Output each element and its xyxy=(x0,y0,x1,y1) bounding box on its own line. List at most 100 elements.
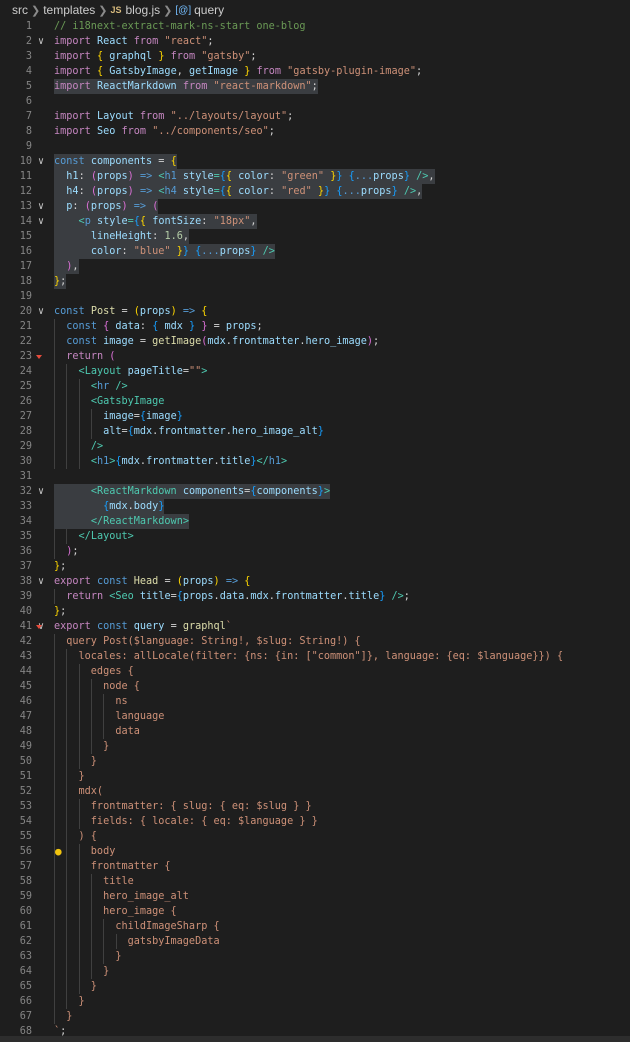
code-line[interactable]: 29 /> xyxy=(0,439,630,454)
code-line[interactable]: 51 } xyxy=(0,769,630,784)
line-number: 50 xyxy=(19,756,32,767)
code-line[interactable]: 60 hero_image { xyxy=(0,904,630,919)
code-line[interactable]: 24 <Layout pageTitle=""> xyxy=(0,364,630,379)
line-number: 45 xyxy=(19,681,32,692)
code-line[interactable]: 52 mdx( xyxy=(0,784,630,799)
code-line[interactable]: 34 </ReactMarkdown> xyxy=(0,514,630,529)
code-line[interactable]: 61 childImageSharp { xyxy=(0,919,630,934)
code-line[interactable]: 56 body ● xyxy=(0,844,630,859)
breadcrumb-item-src[interactable]: src xyxy=(12,3,28,17)
code-line[interactable]: 30 <h1>{mdx.frontmatter.title}</h1> xyxy=(0,454,630,469)
code-line[interactable]: 40}; xyxy=(0,604,630,619)
code-editor[interactable]: 1 // i18next-extract-mark-ns-start one-bl… xyxy=(0,19,630,1039)
code-line[interactable]: 23 return ( xyxy=(0,349,630,364)
code-line[interactable]: 17 ), xyxy=(0,259,630,274)
code-line[interactable]: 7 import Layout from "../layouts/layout"; xyxy=(0,109,630,124)
code-line[interactable]: 49 } xyxy=(0,739,630,754)
code-line[interactable]: 33 {mdx.body} xyxy=(0,499,630,514)
code-line[interactable]: 44 edges { xyxy=(0,664,630,679)
code-line[interactable]: 28 alt={mdx.frontmatter.hero_image_alt} xyxy=(0,424,630,439)
code-line[interactable]: 9 xyxy=(0,139,630,154)
code-line[interactable]: 35 </Layout> xyxy=(0,529,630,544)
fold-chevron-icon[interactable]: ∨ xyxy=(38,484,44,499)
fold-chevron-icon[interactable]: ∨ xyxy=(38,214,44,229)
code-line[interactable]: 47 language xyxy=(0,709,630,724)
code-line[interactable]: 5 import ReactMarkdown from "react-markdo… xyxy=(0,79,630,94)
code-line[interactable]: 27 image={image} xyxy=(0,409,630,424)
code-text: ) { xyxy=(54,831,97,842)
line-number: 11 xyxy=(19,171,32,182)
code-line[interactable]: 63 } xyxy=(0,949,630,964)
code-line[interactable]: 39 return <Seo title={props.data.mdx.fro… xyxy=(0,589,630,604)
code-line[interactable]: 31 xyxy=(0,469,630,484)
code-line[interactable]: 67 } xyxy=(0,1009,630,1024)
line-number: 32 xyxy=(19,486,32,497)
code-line[interactable]: 58 title xyxy=(0,874,630,889)
code-line[interactable]: 6 xyxy=(0,94,630,109)
code-line[interactable]: 21 const { data: { mdx } } = props; xyxy=(0,319,630,334)
code-line[interactable]: 18}; xyxy=(0,274,630,289)
code-line[interactable]: 11 h1: (props) => <h1 style={{ color: "g… xyxy=(0,169,630,184)
code-line[interactable]: 64 } xyxy=(0,964,630,979)
code-line[interactable]: 57 frontmatter { xyxy=(0,859,630,874)
code-line[interactable]: 59 hero_image_alt xyxy=(0,889,630,904)
fold-chevron-icon[interactable]: ∨ xyxy=(38,304,44,319)
code-line[interactable]: 65 } xyxy=(0,979,630,994)
code-line[interactable]: 46 ns xyxy=(0,694,630,709)
code-line[interactable]: 22 const image = getImage(mdx.frontmatte… xyxy=(0,334,630,349)
code-line[interactable]: 36 ); xyxy=(0,544,630,559)
code-line[interactable]: 41 ∨ export const query = graphql` xyxy=(0,619,630,634)
code-line[interactable]: 32 ∨ <ReactMarkdown components={component… xyxy=(0,484,630,499)
code-line[interactable]: 55 ) { xyxy=(0,829,630,844)
code-line[interactable]: 20 ∨ const Post = (props) => { xyxy=(0,304,630,319)
line-number: 8 xyxy=(25,126,32,137)
code-line[interactable]: 8 import Seo from "../components/seo"; xyxy=(0,124,630,139)
breadcrumb-item-templates[interactable]: templates xyxy=(43,3,95,17)
code-line[interactable]: 2 ∨ import React from "react"; xyxy=(0,34,630,49)
code-line[interactable]: 43 locales: allLocale(filter: {ns: {in: … xyxy=(0,649,630,664)
code-line[interactable]: 45 node { xyxy=(0,679,630,694)
breadcrumb-item-file[interactable]: blog.js xyxy=(125,3,160,17)
code-line[interactable]: 37}; xyxy=(0,559,630,574)
code-line[interactable]: 66 } xyxy=(0,994,630,1009)
line-number: 6 xyxy=(25,96,32,107)
chevron-right-icon: ❯ xyxy=(163,4,173,17)
horizontal-scrollbar[interactable] xyxy=(0,1036,630,1042)
code-line[interactable]: 42 query Post($language: String!, $slug:… xyxy=(0,634,630,649)
code-text: title xyxy=(54,876,134,887)
code-text: locales: allLocale(filter: {ns: {in: ["c… xyxy=(54,651,564,662)
breadcrumb-item-symbol[interactable]: query xyxy=(194,3,224,17)
fold-chevron-icon[interactable]: ∨ xyxy=(38,154,44,169)
code-line[interactable]: 13 ∨ p: (props) => ( xyxy=(0,199,630,214)
line-number: 37 xyxy=(19,561,32,572)
code-line[interactable]: 62 gatsbyImageData xyxy=(0,934,630,949)
code-line[interactable]: 48 data xyxy=(0,724,630,739)
code-line[interactable]: 54 fields: { locale: { eq: $language } } xyxy=(0,814,630,829)
line-number: 3 xyxy=(25,51,32,62)
lightbulb-icon[interactable]: ● xyxy=(55,844,62,859)
code-text: } xyxy=(54,981,97,992)
line-number: 57 xyxy=(19,861,32,872)
code-text: <hr /> xyxy=(90,381,128,392)
code-line[interactable]: 12 h4: (props) => <h4 style={{ color: "r… xyxy=(0,184,630,199)
code-line[interactable]: 10 ∨ const components = { xyxy=(0,154,630,169)
code-line[interactable]: 4 import { GatsbyImage, getImage } from "… xyxy=(0,64,630,79)
code-line[interactable]: 53 frontmatter: { slug: { eq: $slug } } xyxy=(0,799,630,814)
code-line[interactable]: 25 <hr /> xyxy=(0,379,630,394)
code-line[interactable]: 19 xyxy=(0,289,630,304)
fold-chevron-icon[interactable]: ∨ xyxy=(38,199,44,214)
code-line[interactable]: 26 <GatsbyImage xyxy=(0,394,630,409)
code-line[interactable]: 16 color: "blue" }} {...props} /> xyxy=(0,244,630,259)
code-line[interactable]: 14 ∨ <p style={{ fontSize: "18px", xyxy=(0,214,630,229)
line-number: 34 xyxy=(19,516,32,527)
code-line[interactable]: 3 import { graphql } from "gatsby"; xyxy=(0,49,630,64)
code-line[interactable]: 15 lineHeight: 1.6, xyxy=(0,229,630,244)
code-line[interactable]: 38 ∨ export const Head = (props) => { xyxy=(0,574,630,589)
code-line[interactable]: 50 } xyxy=(0,754,630,769)
line-number: 7 xyxy=(25,111,32,122)
code-text: <p style={{ fontSize: "18px", xyxy=(54,214,257,229)
line-number: 61 xyxy=(19,921,32,932)
fold-chevron-icon[interactable]: ∨ xyxy=(38,574,44,589)
code-line[interactable]: 1 // i18next-extract-mark-ns-start one-bl… xyxy=(0,19,630,34)
fold-chevron-icon[interactable]: ∨ xyxy=(38,34,44,49)
